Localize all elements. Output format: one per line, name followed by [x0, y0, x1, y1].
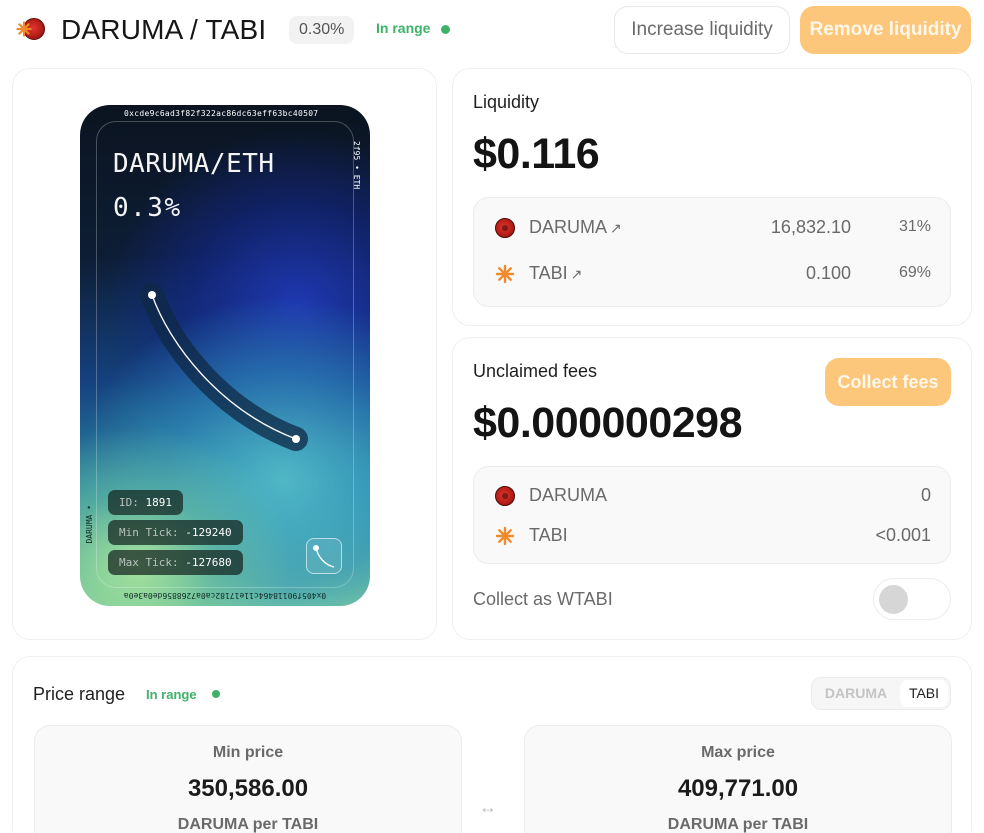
external-link-icon: ↗ — [610, 220, 622, 236]
liquidity-value: $0.116 — [473, 130, 600, 178]
liquidity-token-row-daruma: DARUMA ↗ 16,832.10 31% — [495, 213, 931, 243]
collect-as-wtabi-label: Collect as WTABI — [473, 589, 613, 609]
nft-corner-icon — [306, 538, 342, 574]
page-title: DARUMA / TABI — [61, 14, 267, 45]
remove-liquidity-button[interactable]: Remove liquidity — [800, 6, 971, 54]
position-nft-image: 0xcde9c6ad3f82f322ac86dc63eff63bc40507 2… — [80, 105, 370, 606]
liquidity-card: Liquidity $0.116 DARUMA ↗ 16,832.10 31% T… — [452, 68, 972, 326]
token-name: TABI — [529, 525, 568, 545]
price-range-title: Price range — [33, 684, 126, 704]
unclaimed-fees-card: Unclaimed fees Collect fees $0.000000298… — [452, 337, 972, 640]
nft-id-tag: ID: 1891 — [108, 490, 183, 515]
pair-token-icons — [16, 18, 45, 42]
liquidity-label: Liquidity — [473, 92, 540, 112]
max-price-label: Max price — [701, 744, 775, 761]
token-link-tabi[interactable]: TABI ↗ — [529, 263, 582, 284]
unclaimed-fees-label: Unclaimed fees — [473, 361, 598, 381]
position-nft-card: 0xcde9c6ad3f82f322ac86dc63eff63bc40507 2… — [12, 68, 437, 640]
denomination-option-daruma[interactable]: DARUMA — [814, 680, 898, 707]
token-percent: 31% — [898, 218, 931, 235]
token-percent: 69% — [898, 264, 931, 281]
min-price-value: 350,586.00 — [187, 775, 309, 802]
price-range-status: In range — [146, 687, 197, 702]
liquidity-token-row-tabi: TABI ↗ 0.100 69% — [495, 259, 931, 289]
price-denomination-toggle: DARUMA TABI — [811, 677, 951, 710]
daruma-token-icon — [495, 218, 515, 238]
range-status-label: In range — [376, 20, 431, 36]
token-amount: 16,832.10 — [770, 217, 851, 237]
token-amount: 0 — [920, 485, 931, 505]
token-link-daruma[interactable]: DARUMA ↗ — [529, 217, 622, 238]
tabi-token-icon — [16, 21, 32, 37]
max-price-value: 409,771.00 — [677, 775, 799, 802]
max-price-unit: DARUMA per TABI — [667, 816, 809, 833]
nft-min-tick-tag: Min Tick: -129240 — [108, 520, 243, 545]
collect-fees-button[interactable]: Collect fees — [825, 358, 951, 406]
position-header: DARUMA / TABI 0.30% In range Increase li… — [0, 0, 984, 60]
toggle-knob — [879, 585, 908, 614]
token-amount: <0.001 — [875, 525, 931, 545]
increase-liquidity-button[interactable]: Increase liquidity — [614, 6, 790, 54]
min-price-unit: DARUMA per TABI — [177, 816, 319, 833]
in-range-dot-icon — [441, 25, 450, 34]
fee-tier-badge: 0.30% — [289, 16, 355, 44]
fees-token-row-tabi: TABI <0.001 — [495, 521, 931, 551]
fees-token-row-daruma: DARUMA 0 — [495, 481, 931, 511]
fees-token-breakdown: DARUMA 0 TABI <0.001 — [473, 466, 951, 564]
liquidity-token-breakdown: DARUMA ↗ 16,832.10 31% TABI ↗ 0.100 69% — [473, 197, 951, 307]
unclaimed-fees-value: $0.000000298 — [473, 399, 743, 447]
min-price-label: Min price — [212, 744, 284, 761]
token-name: DARUMA — [529, 485, 608, 505]
min-price-box: Min price 350,586.00 DARUMA per TABI — [34, 725, 462, 833]
range-arrow-icon: ↔ — [479, 797, 497, 817]
daruma-token-icon — [495, 486, 515, 506]
collect-as-wtabi-toggle[interactable] — [873, 578, 951, 620]
token-amount: 0.100 — [805, 263, 851, 283]
denomination-option-tabi[interactable]: TABI — [900, 680, 948, 707]
tabi-token-icon — [495, 264, 515, 284]
max-price-box: Max price 409,771.00 DARUMA per TABI — [524, 725, 952, 833]
price-range-card: Price range In range DARUMA TABI Min pri… — [12, 656, 972, 833]
in-range-dot-icon — [212, 690, 220, 698]
nft-max-tick-tag: Max Tick: -127680 — [108, 550, 243, 575]
tabi-token-icon — [495, 526, 515, 546]
external-link-icon: ↗ — [570, 266, 583, 282]
